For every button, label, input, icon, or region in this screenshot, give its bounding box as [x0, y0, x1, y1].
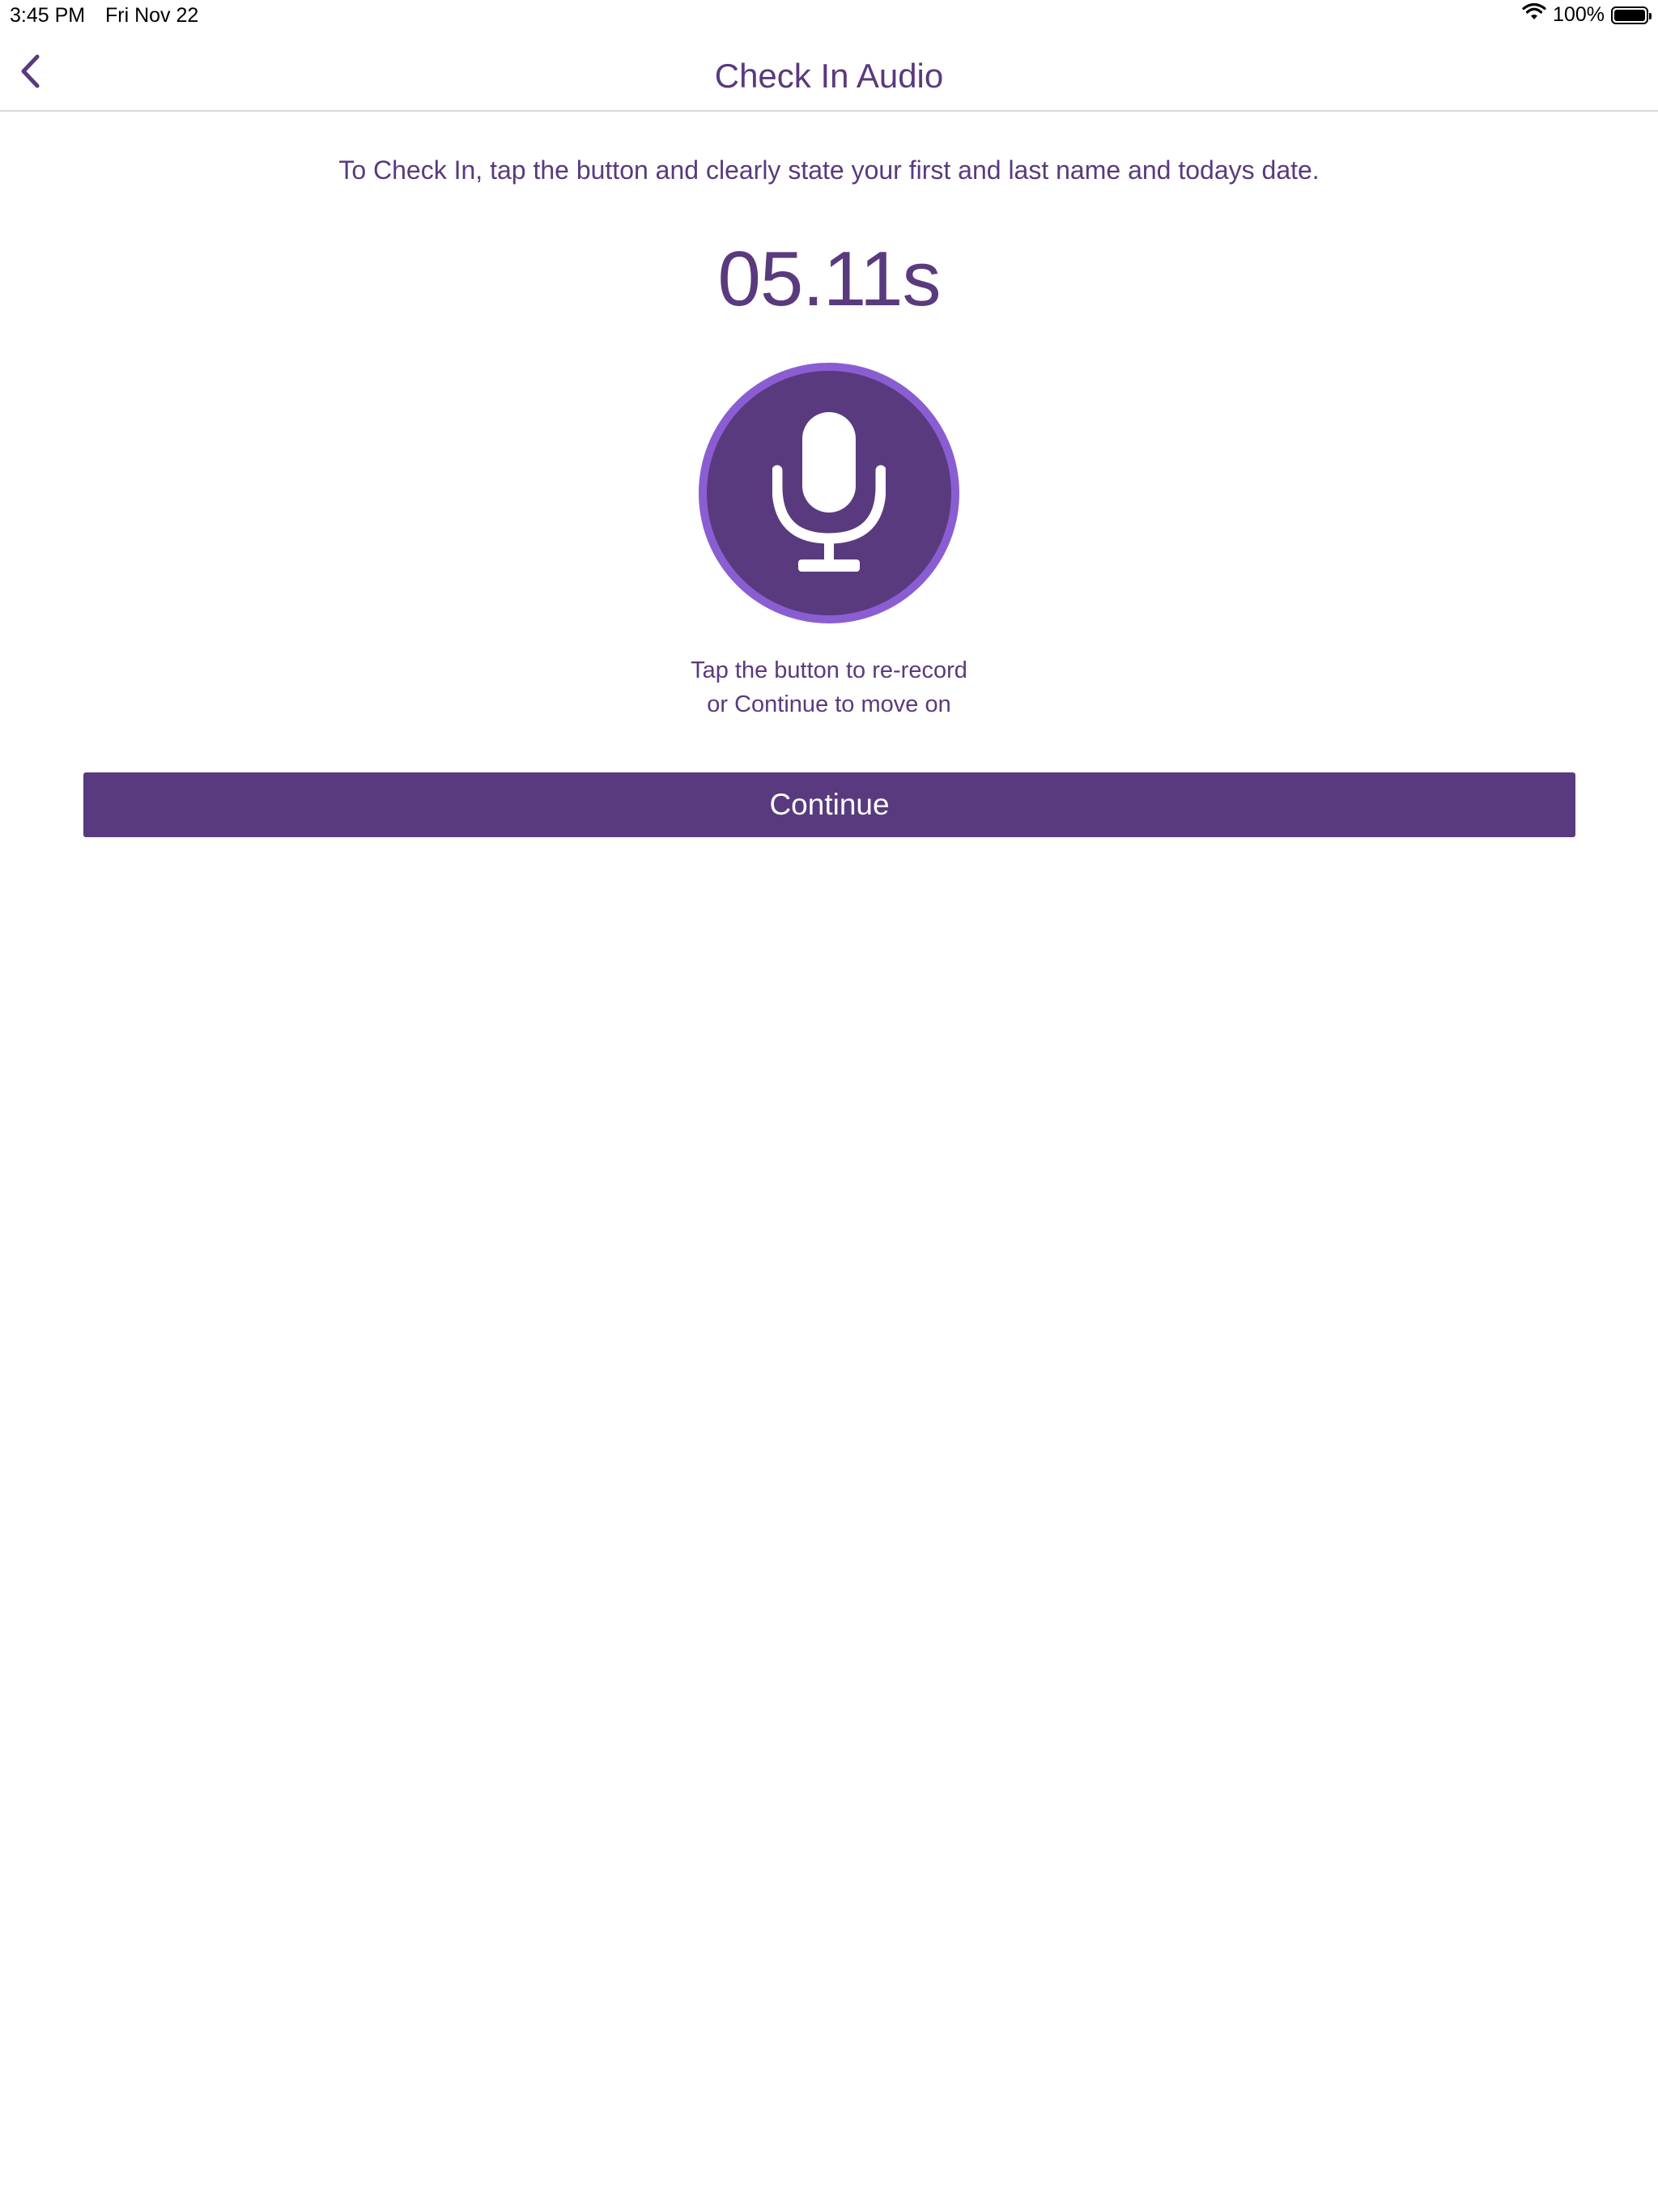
wifi-icon	[1522, 2, 1546, 27]
status-indicators: 100%	[1522, 2, 1652, 27]
navigation-bar: Check In Audio	[0, 32, 1658, 112]
hint-continue: or Continue to move on	[707, 691, 951, 717]
continue-button[interactable]: Continue	[83, 772, 1575, 837]
page-title: Check In Audio	[714, 57, 944, 95]
status-time: 3:45 PM	[10, 4, 86, 27]
battery-tip	[1649, 12, 1652, 19]
record-button[interactable]	[699, 363, 959, 623]
battery-icon	[1611, 6, 1652, 24]
recording-timer: 05.11s	[717, 236, 941, 322]
status-bar: 3:45 PM Fri Nov 22 100%	[0, 0, 1658, 32]
status-date: Fri Nov 22	[105, 4, 199, 27]
battery-level	[1614, 9, 1645, 21]
hint-rerecord: Tap the button to re-record	[691, 657, 967, 683]
instructions-text: To Check In, tap the button and clearly …	[338, 155, 1320, 185]
microphone-icon	[772, 412, 886, 572]
battery-percent: 100%	[1553, 3, 1605, 26]
